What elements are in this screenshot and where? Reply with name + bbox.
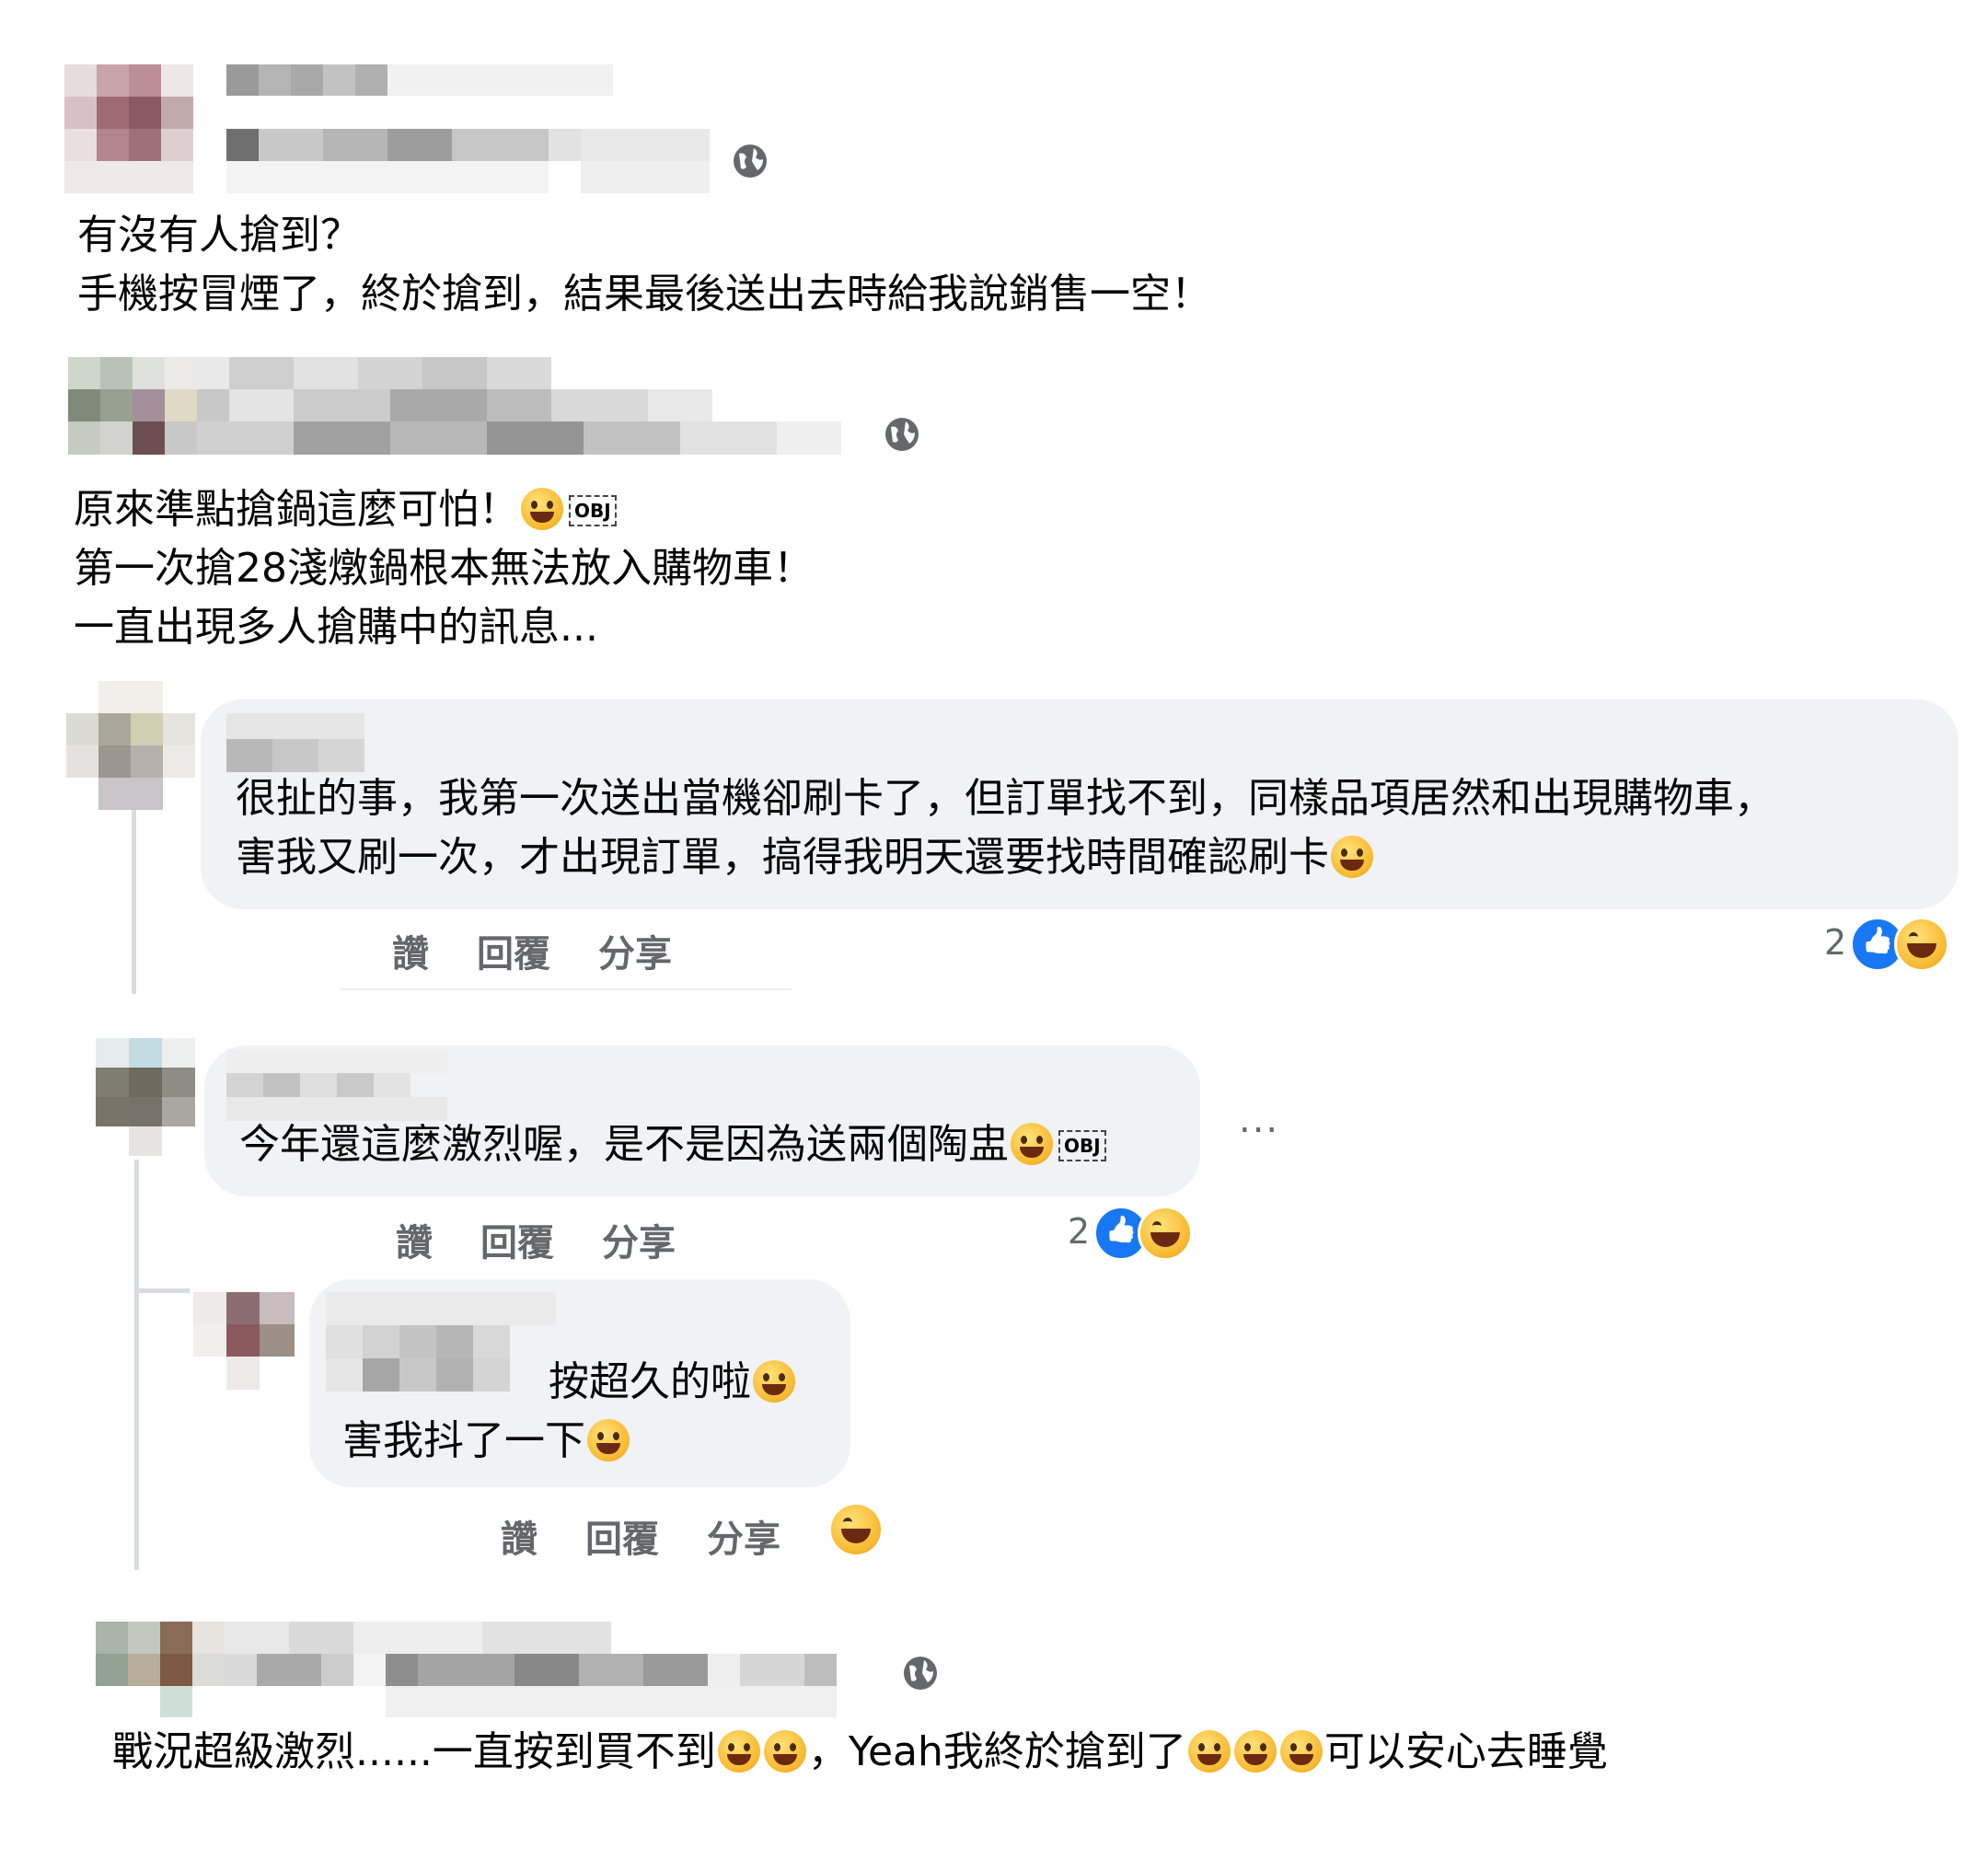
more-icon[interactable]: ...	[1239, 1099, 1279, 1141]
like-action[interactable]: 讚	[392, 924, 429, 977]
emoji-icon	[1187, 1730, 1231, 1773]
reply-action[interactable]: 回覆	[480, 1213, 554, 1266]
haha-reaction-icon	[828, 1502, 884, 1557]
emoji-icon	[717, 1730, 760, 1773]
like-action[interactable]: 讚	[501, 1509, 537, 1563]
haha-reaction-icon	[1894, 917, 1949, 972]
reaction-summary[interactable]: 2	[1824, 917, 1953, 972]
reply-action[interactable]: 回覆	[585, 1509, 659, 1563]
comment-text: 很扯的事，我第一次送出當機卻刷卡了，但訂單找不到，同樣品項居然和出現購物車， 害…	[236, 775, 1774, 881]
emoji-icon	[587, 1419, 630, 1461]
avatar[interactable]	[96, 1622, 225, 1717]
author-name-redacted[interactable]	[225, 1622, 887, 1717]
avatar[interactable]	[96, 1038, 195, 1156]
share-action[interactable]: 分享	[602, 1213, 676, 1266]
obj-placeholder-glyph: OBJ	[1058, 1130, 1106, 1161]
globe-icon	[904, 1657, 937, 1690]
commenter-name-redacted[interactable]	[326, 1292, 556, 1392]
avatar[interactable]	[64, 64, 193, 193]
comment-actions: 讚 回覆 分享	[501, 1509, 869, 1561]
emoji-icon	[1233, 1730, 1277, 1773]
author-name-redacted[interactable]	[226, 64, 723, 193]
emoji-icon	[1331, 836, 1373, 878]
commenter-name-redacted[interactable]	[226, 713, 364, 772]
obj-placeholder-glyph: OBJ	[569, 495, 617, 526]
globe-icon	[885, 418, 919, 451]
share-action[interactable]: 分享	[707, 1509, 780, 1563]
reply-action[interactable]: 回覆	[477, 924, 550, 977]
comment-actions: 讚 回覆 分享	[396, 1213, 764, 1265]
post-text: 有沒有人搶到？ 手機按冒煙了，終於搶到，結果最後送出去時給我說銷售一空！	[77, 212, 1211, 318]
reaction-count: 2	[1068, 1211, 1091, 1252]
thread-line	[132, 810, 136, 994]
emoji-icon	[1279, 1730, 1323, 1773]
comment-text: 今年還這麼激烈喔，是不是因為送兩個陶盅 OBJ	[239, 1115, 1106, 1174]
emoji-icon	[763, 1730, 806, 1773]
reply-text-line: 按超久的啦	[549, 1353, 797, 1412]
divider	[341, 988, 792, 990]
haha-reaction-icon	[1138, 1206, 1193, 1261]
reply-text-line: 害我抖了一下	[342, 1412, 631, 1471]
emoji-icon	[753, 1360, 795, 1403]
emoji-icon	[521, 488, 563, 530]
emoji-icon	[1011, 1123, 1053, 1165]
commenter-name-redacted[interactable]	[226, 1049, 447, 1121]
reaction-summary[interactable]	[828, 1502, 885, 1557]
like-action[interactable]: 讚	[396, 1213, 433, 1266]
author-name-redacted[interactable]	[197, 357, 878, 455]
reaction-count: 2	[1824, 922, 1847, 963]
post-text: 原來準點搶鍋這麼可怕！ OBJ 第一次搶28淺燉鍋根本無法放入購物車！ 一直出現多…	[74, 486, 814, 651]
avatar[interactable]	[66, 681, 195, 810]
thread-line	[134, 1160, 139, 1570]
comment-actions: 讚 回覆 分享	[392, 924, 760, 976]
share-action[interactable]: 分享	[598, 924, 672, 977]
reaction-summary[interactable]: 2	[1068, 1206, 1196, 1261]
reply-connector	[134, 1288, 190, 1293]
post-text: 戰況超級激烈......一直按到買不到 ，Yeah我終於搶到了 可以安心去睡覺	[112, 1728, 1608, 1775]
avatar[interactable]	[193, 1292, 295, 1390]
globe-icon	[734, 144, 767, 178]
avatar[interactable]	[68, 357, 197, 455]
